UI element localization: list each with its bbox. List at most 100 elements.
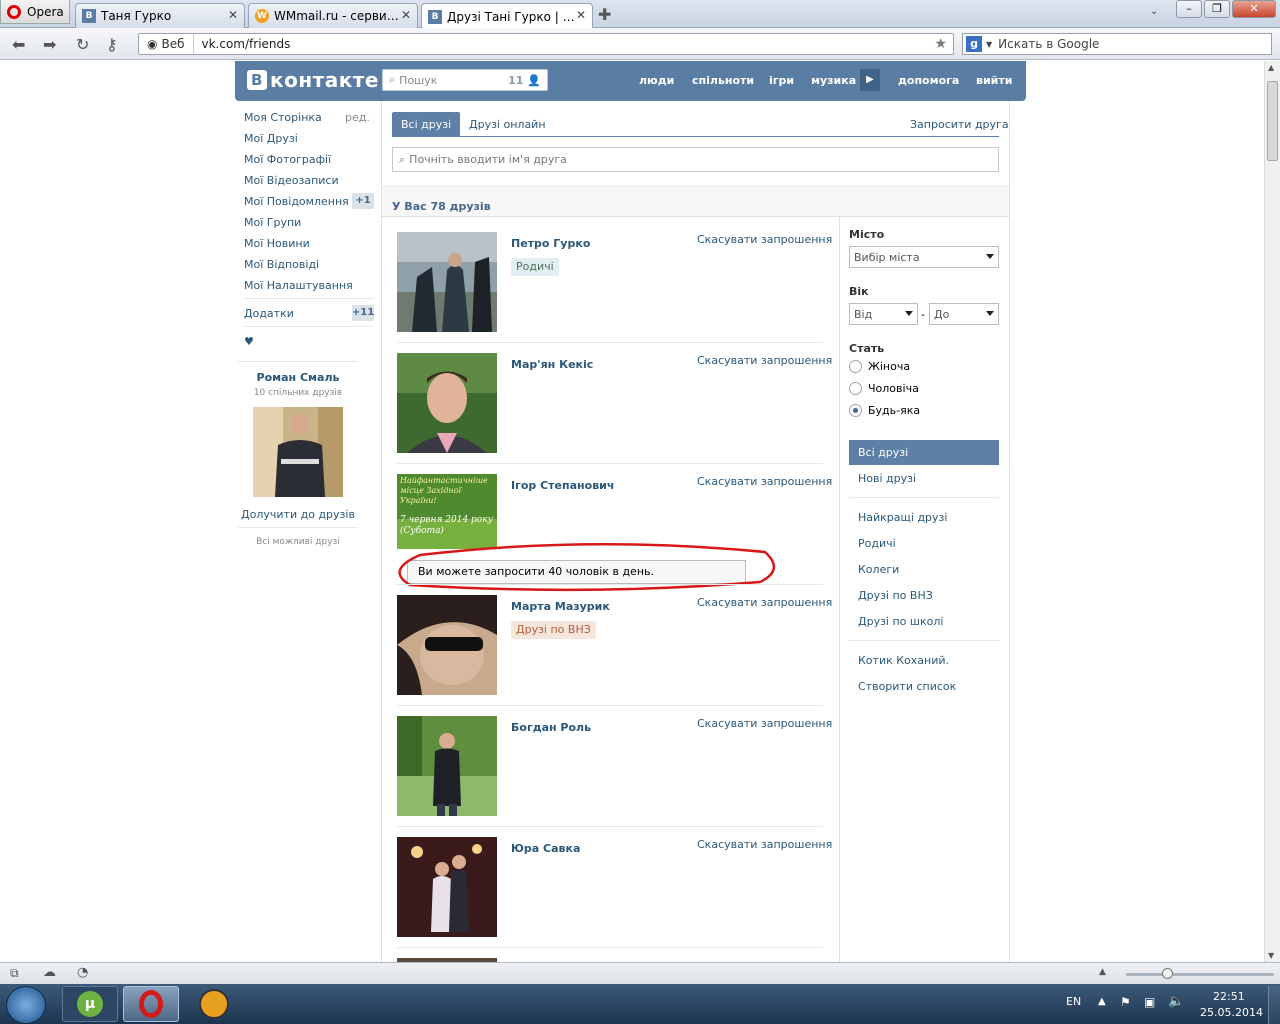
new-tab-plus-icon[interactable]: ✚ [598, 5, 611, 24]
tab-friends-online[interactable]: Друзі онлайн [460, 112, 555, 136]
cancel-request-link[interactable]: Скасувати запрошення [697, 475, 832, 488]
create-list-link[interactable]: Створити список [858, 680, 956, 693]
age-to-select[interactable]: До [929, 303, 999, 325]
friend-name[interactable]: Юра Савка [511, 842, 580, 855]
list-all-friends[interactable]: Всі друзі [849, 440, 999, 465]
opera-taskbar-button[interactable] [123, 986, 179, 1022]
tray-expand-icon[interactable]: ▲ [1098, 996, 1106, 1007]
zoom-up-icon[interactable]: ▲ [1099, 967, 1106, 977]
list-custom-kotyk[interactable]: Котик Коханий. [858, 654, 949, 667]
menu-my-news[interactable]: Мої Новини [244, 237, 310, 250]
language-indicator[interactable]: EN [1066, 995, 1081, 1008]
volume-icon[interactable]: 🔈 [1168, 994, 1184, 1009]
tab-all-friends[interactable]: Всі друзі [392, 112, 461, 136]
speed-dial-icon[interactable]: ◔ [77, 965, 88, 980]
close-tab-icon[interactable]: ✕ [576, 8, 586, 22]
cancel-request-link[interactable]: Скасувати запрошення [697, 233, 832, 246]
scroll-up-icon[interactable]: ▲ [1268, 63, 1274, 72]
menu-my-videos[interactable]: Мої Відеозаписи [244, 174, 339, 187]
aimp-icon[interactable] [199, 989, 229, 1019]
clock-date[interactable]: 25.05.2014 [1200, 1006, 1263, 1019]
friend-photo[interactable]: Найфантастичніше місце Західної України!… [397, 474, 497, 549]
list-best-friends[interactable]: Найкращі друзі [858, 511, 947, 524]
zoom-slider-handle[interactable] [1162, 968, 1173, 979]
network-icon[interactable]: ▣ [1144, 995, 1155, 1009]
friend-photo[interactable] [397, 837, 497, 937]
clock-time[interactable]: 22:51 [1213, 990, 1245, 1003]
menu-my-settings[interactable]: Мої Налаштування [244, 279, 353, 292]
close-tab-icon[interactable]: ✕ [401, 8, 411, 22]
nav-communities[interactable]: спільноти [692, 74, 754, 87]
close-tab-icon[interactable]: ✕ [228, 8, 238, 22]
friend-photo[interactable] [397, 353, 497, 453]
search-engine-chevron-icon[interactable]: ▼ [986, 40, 992, 49]
menu-edit-link[interactable]: ред. [345, 111, 370, 124]
cancel-request-link[interactable]: Скасувати запрошення [697, 838, 832, 851]
invite-friend-link[interactable]: Запросити друга [910, 118, 1009, 131]
opera-menu-button[interactable]: Opera [0, 0, 70, 24]
list-relatives[interactable]: Родичі [858, 537, 896, 550]
tab-tanya-gurko[interactable]: В Таня Гурко ✕ [75, 3, 245, 28]
friend-name[interactable]: Ігор Степанович [511, 479, 614, 492]
sex-female-radio[interactable]: Жіноча [849, 360, 910, 373]
tab-menu-chevron-icon[interactable]: ⌄ [1150, 6, 1158, 17]
nav-logout[interactable]: вийти [976, 74, 1012, 87]
friend-photo[interactable] [397, 232, 497, 332]
friend-name[interactable]: Марта Мазурик [511, 600, 610, 613]
menu-my-photos[interactable]: Мої Фотографії [244, 153, 331, 166]
key-icon[interactable]: ⚷ [106, 35, 118, 54]
list-new-friends[interactable]: Нові друзі [858, 472, 916, 485]
menu-my-groups[interactable]: Мої Групи [244, 216, 301, 229]
utorrent-taskbar-button[interactable]: µ [62, 986, 118, 1022]
forward-arrow-icon[interactable]: ➡ [43, 35, 56, 54]
windows-start-icon[interactable] [6, 986, 46, 1024]
friend-photo[interactable] [397, 716, 497, 816]
friend-name[interactable]: Петро Гурко [511, 237, 590, 250]
action-center-flag-icon[interactable]: ⚑ [1120, 995, 1131, 1009]
suggested-friend-name[interactable]: Роман Смаль [238, 371, 358, 384]
scrollbar-thumb[interactable] [1267, 81, 1278, 161]
sex-any-radio[interactable]: Будь-яка [849, 404, 920, 417]
nav-games[interactable]: ігри [769, 74, 794, 87]
city-select[interactable]: Вибір міста [849, 246, 999, 268]
list-school-friends[interactable]: Друзі по школі [858, 615, 943, 628]
tab-wmmail[interactable]: W WMmail.ru - сервис п... ✕ [248, 3, 418, 28]
friend-photo[interactable] [397, 595, 497, 695]
suggested-friend-photo[interactable] [253, 407, 343, 497]
back-arrow-icon[interactable]: ⬅ [12, 35, 25, 54]
friend-name[interactable]: Богдан Роль [511, 721, 591, 734]
zoom-slider-track[interactable] [1126, 973, 1274, 976]
minimize-icon[interactable]: – [1176, 0, 1202, 18]
messages-badge[interactable]: +1 [352, 193, 374, 209]
friend-name-filter-input[interactable]: ⌕ Почніть вводити ім'я друга [392, 147, 999, 172]
cancel-request-link[interactable]: Скасувати запрошення [697, 596, 832, 609]
cloud-icon[interactable]: ☁ [43, 965, 56, 980]
panel-toggle-icon[interactable]: ⧉ [10, 966, 19, 981]
nav-people[interactable]: люди [639, 74, 674, 87]
vk-logo[interactable]: В контакте [247, 68, 379, 92]
list-university-friends[interactable]: Друзі по ВНЗ [858, 589, 933, 602]
menu-my-messages[interactable]: Мої Повідомлення [244, 195, 349, 208]
list-colleagues[interactable]: Колеги [858, 563, 899, 576]
menu-apps[interactable]: Додатки [244, 307, 294, 320]
heart-icon[interactable]: ♥ [244, 335, 254, 348]
bookmark-star-icon[interactable]: ★ [934, 36, 947, 52]
apps-badge[interactable]: +11 [352, 305, 374, 321]
cancel-request-link[interactable]: Скасувати запрошення [697, 354, 832, 367]
menu-my-friends[interactable]: Мої Друзі [244, 132, 298, 145]
site-info-button[interactable]: ◉ Веб [139, 34, 194, 54]
google-search-field[interactable]: g ▼ Искать в Google [962, 33, 1272, 55]
maximize-icon[interactable]: ❐ [1204, 0, 1230, 18]
tab-friends-active[interactable]: В Друзі Тані Гурко | 78 д... ✕ [421, 3, 593, 29]
friend-name[interactable]: Мар'ян Кекіс [511, 358, 593, 371]
url-field[interactable]: ◉ Веб vk.com/friends ★ [138, 33, 954, 55]
vk-search-input[interactable]: ⌕ Пошук 11 👤 [382, 69, 548, 91]
page-scrollbar[interactable]: ▲ ▼ [1264, 61, 1280, 962]
add-to-friends-link[interactable]: Долучити до друзів [238, 508, 358, 521]
close-window-icon[interactable]: ✕ [1232, 0, 1276, 18]
reload-icon[interactable]: ↻ [76, 35, 89, 54]
show-desktop-button[interactable] [1268, 986, 1280, 1024]
all-possible-friends-link[interactable]: Всі можливі друзі [238, 537, 358, 547]
scroll-down-icon[interactable]: ▼ [1268, 951, 1274, 960]
age-from-select[interactable]: Від [849, 303, 918, 325]
